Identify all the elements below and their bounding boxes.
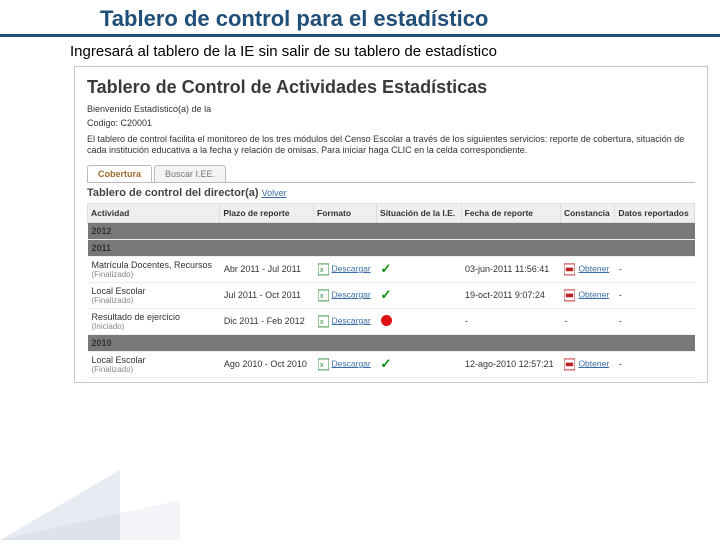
year-2012[interactable]: 2012 (88, 222, 695, 239)
year-2010[interactable]: 2010 (88, 334, 695, 351)
cell-datos: - (615, 308, 695, 334)
check-icon: ✓ (381, 261, 392, 276)
col-datos: Datos reportados (615, 203, 695, 222)
slide-decor (0, 500, 180, 540)
title-underline (0, 34, 720, 37)
tab-buscar-iiee[interactable]: Buscar I.EE. (154, 165, 226, 182)
cell-datos: - (615, 256, 695, 282)
excel-icon: x (318, 358, 329, 370)
svg-text:x: x (319, 317, 323, 326)
cell-datos: - (615, 351, 695, 377)
col-fecha: Fecha de reporte (461, 203, 560, 222)
activity-name: Local Escolar (92, 355, 216, 365)
check-icon: ✓ (381, 287, 392, 302)
app-heading: Tablero de Control de Actividades Estadí… (87, 77, 695, 98)
pdf-icon (564, 289, 575, 301)
pdf-icon (564, 263, 575, 275)
table-row: Matrícula Docentes, Recursos(Finalizado)… (88, 256, 695, 282)
cell-fecha: 12-ago-2010 12:57:21 (461, 351, 560, 377)
code-label: Codigo: C20001 (87, 118, 695, 128)
cell-fecha: 19-oct-2011 9:07:24 (461, 282, 560, 308)
slide-title: Tablero de control para el estadístico (100, 6, 720, 32)
col-constancia: Constancia (560, 203, 614, 222)
descargar-link[interactable]: Descargar (332, 263, 371, 273)
panel-title-text: Tablero de control del director(a) (87, 187, 259, 199)
descargar-link[interactable]: Descargar (332, 289, 371, 299)
obtener-link[interactable]: Obtener (578, 358, 609, 368)
activity-status: (Finalizado) (92, 270, 216, 279)
pdf-icon (564, 358, 575, 370)
panel-title: Tablero de control del director(a) Volve… (87, 187, 695, 199)
descargar-link[interactable]: Descargar (332, 315, 371, 325)
volver-link[interactable]: Volver (262, 188, 287, 198)
tab-bar: Cobertura Buscar I.EE. (87, 165, 695, 183)
activity-status: (Iniciado) (92, 322, 216, 331)
table-row: Local Escolar(Finalizado) Jul 2011 - Oct… (88, 282, 695, 308)
table-row: Local Escolar(Finalizado) Ago 2010 - Oct… (88, 351, 695, 377)
tab-cobertura[interactable]: Cobertura (87, 165, 152, 182)
activities-table: Actividad Plazo de reporte Formato Situa… (87, 203, 695, 378)
cell-plazo: Abr 2011 - Jul 2011 (220, 256, 314, 282)
obtener-link[interactable]: Obtener (578, 289, 609, 299)
app-description: El tablero de control facilita el monito… (87, 134, 695, 157)
slide-subtitle: Ingresará al tablero de la IE sin salir … (70, 43, 720, 60)
welcome-text: Bienvenido Estadístico(a) de la (87, 104, 695, 114)
cell-fecha: - (461, 308, 560, 334)
svg-text:x: x (319, 265, 323, 274)
cell-datos: - (615, 282, 695, 308)
activity-status: (Finalizado) (92, 296, 216, 305)
col-actividad: Actividad (88, 203, 220, 222)
excel-icon: x (318, 289, 329, 301)
svg-text:x: x (319, 360, 323, 369)
red-dot-icon (381, 315, 392, 326)
excel-icon: x (318, 263, 329, 275)
check-icon: ✓ (381, 356, 392, 371)
col-situacion: Situación de la I.E. (377, 203, 462, 222)
excel-icon: x (318, 315, 329, 327)
descargar-link[interactable]: Descargar (332, 358, 371, 368)
activity-name: Resultado de ejercicio (92, 312, 216, 322)
col-formato: Formato (314, 203, 377, 222)
activity-name: Local Escolar (92, 286, 216, 296)
col-plazo: Plazo de reporte (220, 203, 314, 222)
table-row: Resultado de ejercicio(Iniciado) Dic 201… (88, 308, 695, 334)
activity-name: Matrícula Docentes, Recursos (92, 260, 216, 270)
activity-status: (Finalizado) (92, 365, 216, 374)
cell-constancia: - (560, 308, 614, 334)
app-window: Tablero de Control de Actividades Estadí… (74, 66, 708, 383)
svg-text:x: x (319, 291, 323, 300)
cell-plazo: Ago 2010 - Oct 2010 (220, 351, 314, 377)
year-2011[interactable]: 2011 (88, 239, 695, 256)
cell-plazo: Dic 2011 - Feb 2012 (220, 308, 314, 334)
cell-plazo: Jul 2011 - Oct 2011 (220, 282, 314, 308)
obtener-link[interactable]: Obtener (578, 263, 609, 273)
cell-fecha: 03-jun-2011 11:56:41 (461, 256, 560, 282)
